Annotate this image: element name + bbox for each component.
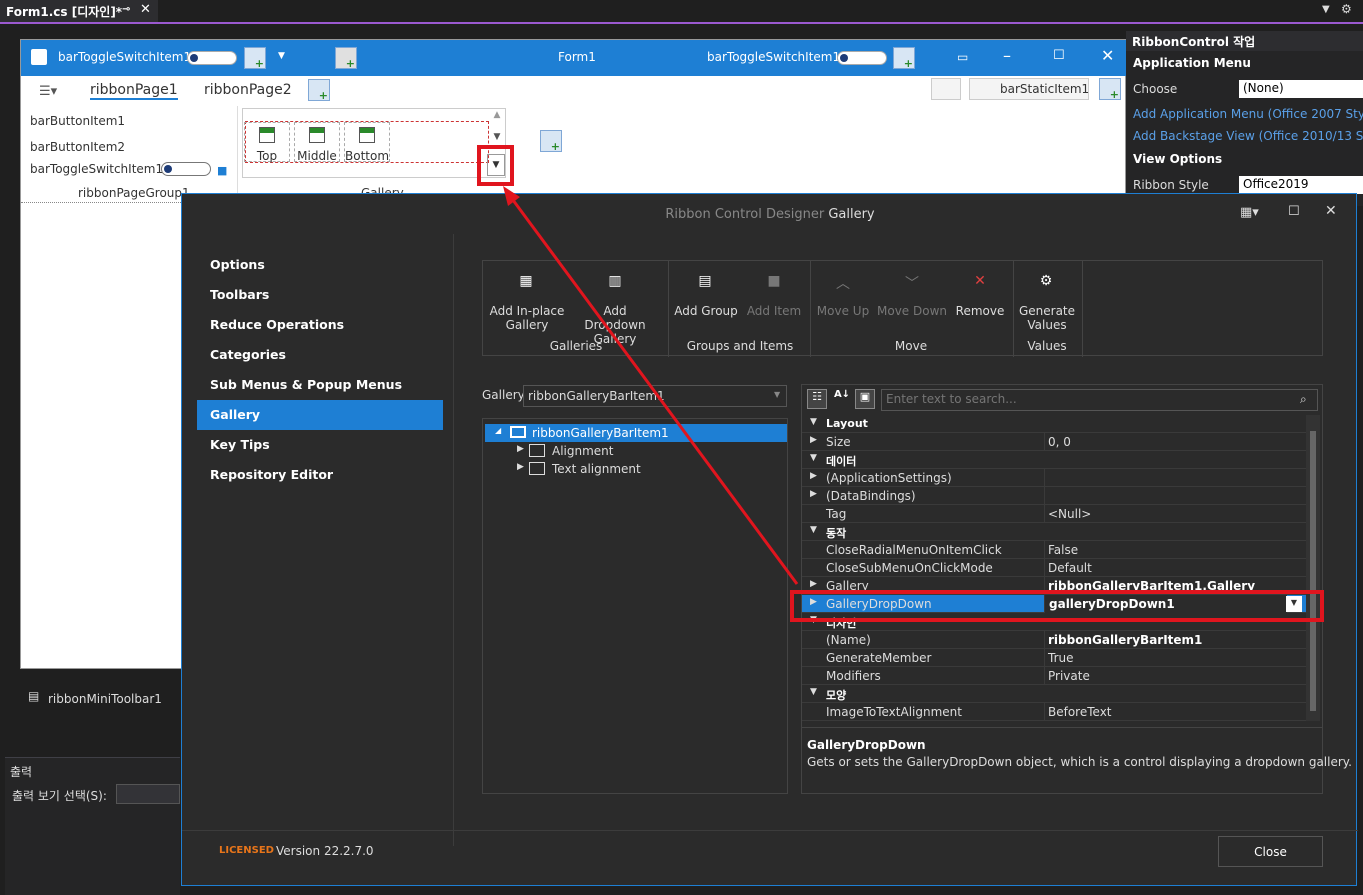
arrow-shaft (508, 195, 799, 585)
annotation-arrow (503, 186, 799, 585)
arrow-head (503, 186, 520, 206)
